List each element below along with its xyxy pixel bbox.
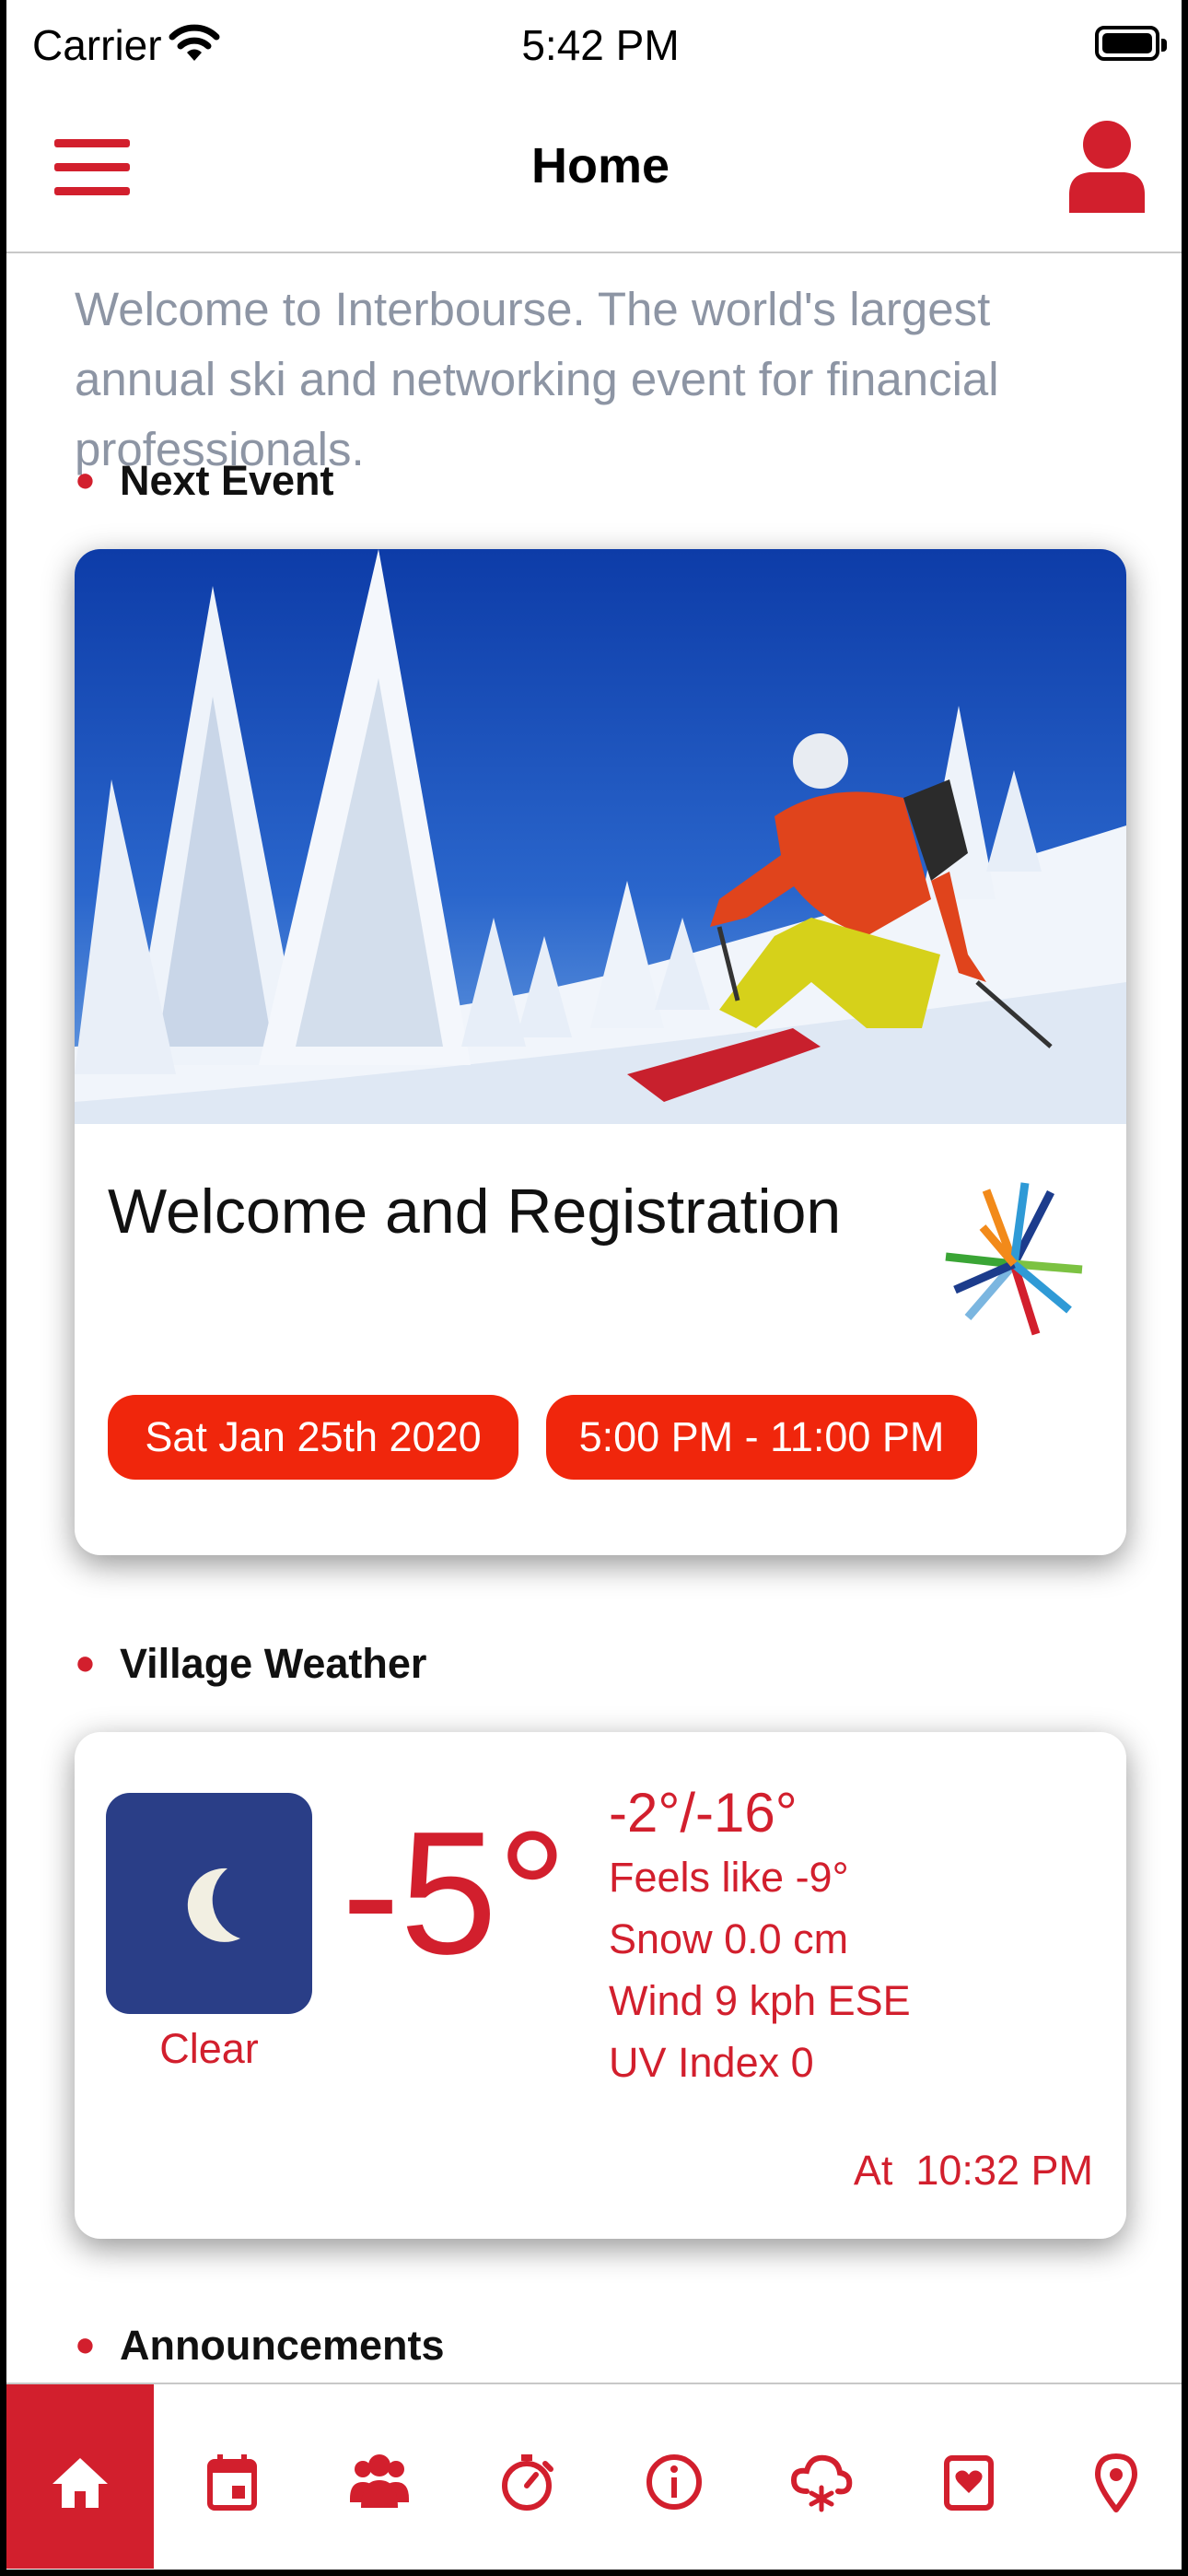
- tab-bar: [6, 2383, 1182, 2570]
- weather-condition-label: Clear: [159, 2025, 259, 2072]
- page-title: Home: [530, 138, 670, 193]
- tab-location[interactable]: [1042, 2384, 1182, 2569]
- tab-favorites[interactable]: [895, 2384, 1042, 2569]
- event-title: Welcome and Registration: [108, 1177, 842, 1247]
- calendar-icon: [207, 2454, 257, 2511]
- event-date-badge: Sat Jan 25th 2020: [108, 1395, 518, 1480]
- weather-condition-tile: [106, 1793, 312, 2014]
- battery-icon: [1095, 26, 1167, 61]
- observation-time: At 10:32 PM: [853, 2147, 1093, 2194]
- event-logo: [945, 1182, 1083, 1336]
- location-pin-icon: [1095, 2453, 1137, 2512]
- navigation-bar: Home: [6, 97, 1182, 253]
- weather-details: -2°/-16° Feels like -9° Snow 0.0 cm Wind…: [609, 1780, 911, 2093]
- bullet-icon: ●: [75, 2325, 96, 2364]
- tab-timer[interactable]: [453, 2384, 600, 2569]
- high-low-temperature: -2°/-16°: [609, 1782, 798, 1844]
- announcements-heading: ● Announcements: [75, 2322, 445, 2369]
- moon-icon: [187, 1868, 240, 1942]
- next-event-card[interactable]: Welcome and Registration Sat Jan 25th 20…: [75, 549, 1126, 1555]
- tab-home[interactable]: [6, 2384, 154, 2569]
- feels-like: Feels like -9°: [609, 1854, 849, 1901]
- snowfall: Snow 0.0 cm: [609, 1915, 849, 1962]
- village-weather-heading: ● Village Weather: [75, 1640, 427, 1687]
- status-bar: Carrier 5:42 PM: [6, 0, 1182, 97]
- people-icon: [350, 2454, 409, 2508]
- current-temperature: -5°: [342, 1796, 567, 1991]
- intro-text: Welcome to Interbourse. The world's larg…: [75, 283, 999, 475]
- tab-calendar[interactable]: [158, 2384, 306, 2569]
- status-time: 5:42 PM: [521, 21, 680, 69]
- tab-info[interactable]: [600, 2384, 748, 2569]
- bullet-icon: ●: [75, 1644, 96, 1682]
- tab-people[interactable]: [306, 2384, 453, 2569]
- profile-icon[interactable]: [1066, 117, 1148, 213]
- uv-index: UV Index 0: [609, 2039, 814, 2086]
- next-event-heading: ● Next Event: [75, 457, 334, 504]
- tab-snow[interactable]: [748, 2384, 895, 2569]
- wind: Wind 9 kph ESE: [609, 1977, 911, 2024]
- event-time-badge: 5:00 PM - 11:00 PM: [546, 1395, 977, 1480]
- info-icon: [646, 2454, 702, 2510]
- app-screen: Carrier 5:42 PM Home Welcome to Interbou…: [0, 0, 1188, 2576]
- heart-card-icon: [944, 2455, 994, 2511]
- skier-photo: [75, 549, 1126, 1124]
- home-icon: [52, 2458, 108, 2508]
- stopwatch-icon: [502, 2454, 553, 2511]
- bullet-icon: ●: [75, 461, 96, 499]
- snow-cloud-icon: [790, 2454, 853, 2512]
- weather-card[interactable]: Clear -5° -2°/-16° Feels like -9° Snow 0…: [75, 1732, 1126, 2239]
